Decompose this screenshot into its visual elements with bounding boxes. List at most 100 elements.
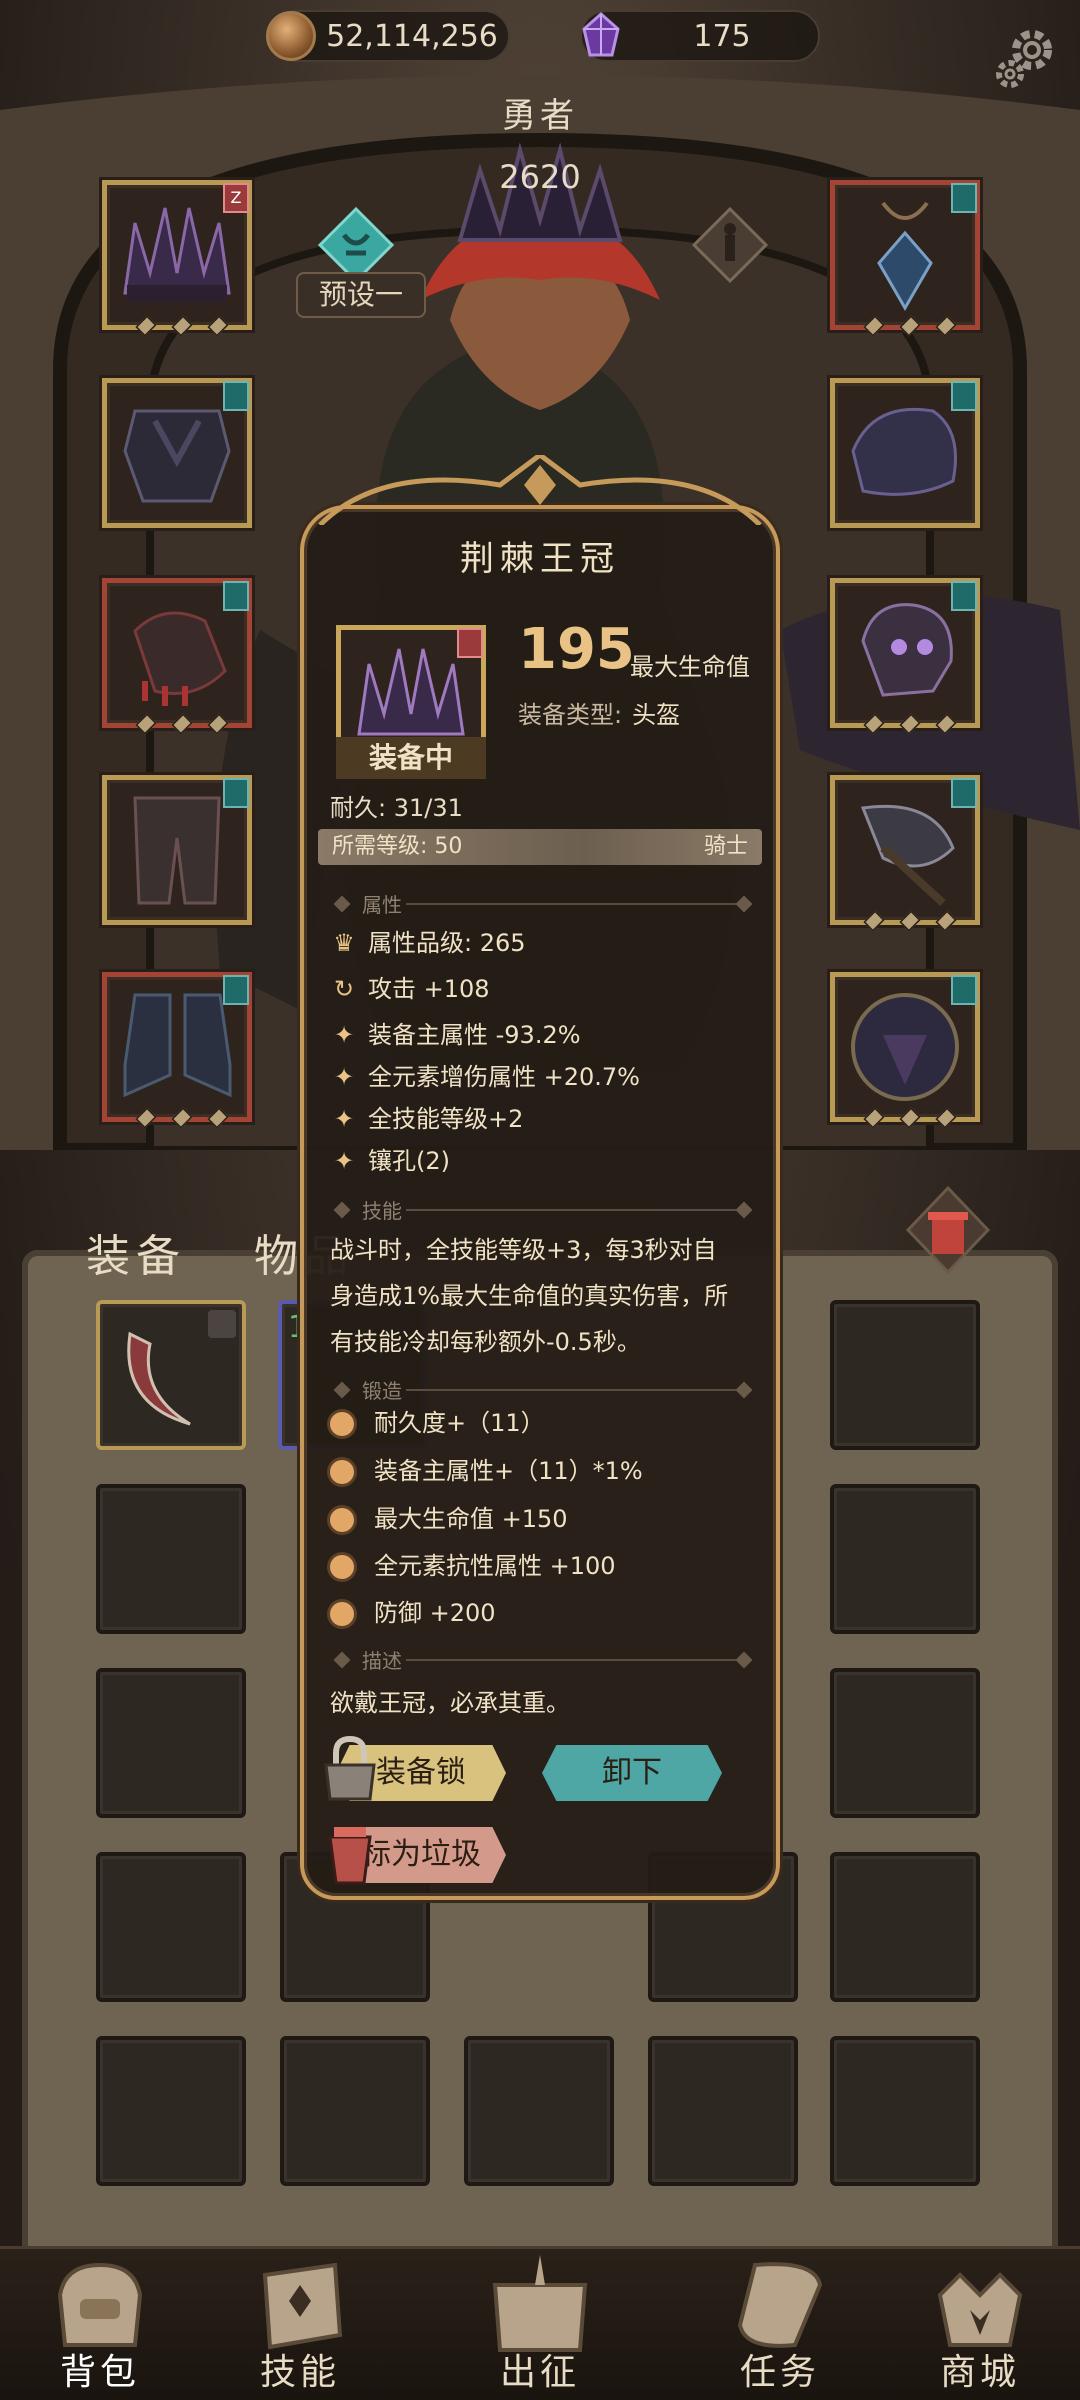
sparkle-icon: ✦: [333, 1147, 355, 1175]
inventory-cell[interactable]: [830, 1300, 980, 1450]
resource-bar: 52,114,256 175: [0, 0, 1080, 88]
lock-badge-icon: [208, 1310, 236, 1338]
nav-quests[interactable]: 任务: [690, 2249, 870, 2400]
forge-row: 最大生命值 +150: [330, 1501, 568, 1537]
attack-cycle-icon: ↻: [333, 975, 355, 1003]
forge-dot-icon: [330, 1508, 354, 1532]
inventory-cell[interactable]: [648, 2036, 798, 2186]
boots-icon: [123, 993, 232, 1098]
socket-gems: [135, 315, 229, 339]
gauntlet-icon: [133, 611, 227, 706]
leg-armor-icon: [133, 796, 221, 905]
durability: 耐久: 31/31: [330, 794, 463, 822]
axe-icon: [860, 804, 955, 906]
skull-icon: [861, 603, 953, 697]
section-title: 技能: [362, 1199, 402, 1223]
inventory-cell[interactable]: [280, 2036, 430, 2186]
gem-counter: 175: [580, 10, 820, 62]
attribute-row: ✦ 全元素增伤属性 +20.7%: [330, 1059, 640, 1095]
inventory-cell[interactable]: [830, 1668, 980, 1818]
attribute-row: ✦ 装备主属性 -93.2%: [330, 1017, 581, 1053]
slot-shield[interactable]: [830, 972, 980, 1129]
quest-scroll-icon: [737, 2262, 823, 2348]
attribute-row: ↻ 攻击 +108: [330, 971, 490, 1007]
equipped-tag: 装备中: [336, 737, 486, 779]
slot-badge: [951, 975, 977, 1005]
class-diamond-icon[interactable]: [690, 205, 770, 285]
thorn-crown-icon: [123, 207, 231, 301]
shoulder-icon: [851, 407, 957, 496]
socket-gems: [135, 1107, 229, 1131]
forge-row: 耐久度+（11）: [330, 1405, 545, 1441]
forge-row: 全元素抗性属性 +100: [330, 1548, 616, 1584]
nav-bag-label: 背包: [59, 2352, 140, 2393]
thorn-crown-icon: [357, 648, 465, 736]
inventory-cell[interactable]: [830, 2036, 980, 2186]
required-class: 骑士: [703, 834, 748, 859]
slot-badge: Z: [223, 183, 249, 213]
nav-skills-label: 技能: [259, 2352, 340, 2393]
slot-amulet[interactable]: [830, 180, 980, 337]
socket-gems: [863, 1107, 957, 1131]
skill-book-icon: [262, 2262, 343, 2350]
trash-icon[interactable]: [898, 1180, 998, 1280]
gold-coin-icon: [266, 11, 316, 61]
slot-weapon[interactable]: [830, 775, 980, 932]
inventory-item-sickle[interactable]: [96, 1300, 246, 1450]
slot-armor[interactable]: [102, 378, 252, 528]
nav-shop[interactable]: 商城: [890, 2249, 1070, 2400]
preset-selector[interactable]: 预设一: [296, 272, 426, 318]
inventory-cell[interactable]: [830, 1484, 980, 1634]
unequip-button[interactable]: 卸下: [542, 1745, 722, 1801]
nav-expedition-label: 出征: [499, 2352, 580, 2393]
hero-power: 2620: [499, 158, 581, 196]
required-level: 所需等级: 50: [332, 834, 463, 859]
inventory-cell[interactable]: [96, 1668, 246, 1818]
forge-dot-icon: [330, 1555, 354, 1579]
equip-type: 装备类型: 头盔: [518, 695, 680, 730]
inventory-cell[interactable]: [96, 2036, 246, 2186]
trash-tag-icon: [328, 1827, 372, 1885]
inventory-cell[interactable]: [96, 1852, 246, 2002]
slot-pants[interactable]: [102, 775, 252, 925]
bottom-nav: 背包 技能 出征 任务 商城: [0, 2246, 1080, 2400]
nav-quests-label: 任务: [739, 2352, 820, 2393]
tab-equipment[interactable]: 装备: [86, 1220, 186, 1284]
slot-shoulder[interactable]: [830, 378, 980, 528]
forge-dot-icon: [330, 1460, 354, 1484]
slot-boots[interactable]: [102, 972, 252, 1129]
attribute-row: ✦ 镶孔(2): [330, 1143, 450, 1179]
item-tier-badge: [457, 628, 483, 658]
section-skill: 技能: [318, 1195, 762, 1225]
slot-badge: [223, 778, 249, 808]
main-stat-label: 最大生命值: [630, 653, 750, 681]
section-title: 属性: [362, 893, 402, 917]
item-description: 欲戴王冠，必承其重。: [330, 1689, 570, 1717]
shop-crown-icon: [937, 2272, 1023, 2347]
slot-gloves[interactable]: [102, 578, 252, 735]
socket-gems: [863, 315, 957, 339]
main-stat-value: 195: [518, 617, 635, 682]
nav-skills[interactable]: 技能: [210, 2249, 390, 2400]
skill-description: 战斗时，全技能等级+3，每3秒对自 身造成1%最大生命值的真实伤害，所 有技能冷…: [330, 1236, 729, 1356]
game-scene: 52,114,256 175 勇者 2620 预设一 Z 装备 1 背包 技能 …: [0, 0, 1080, 2400]
slot-skull[interactable]: [830, 578, 980, 735]
gear-icon[interactable]: [992, 22, 1062, 92]
inventory-cell[interactable]: [96, 1484, 246, 1634]
section-forge: 锻造: [318, 1375, 762, 1405]
required-level-bar: 所需等级: 50 骑士: [318, 829, 762, 865]
attribute-row: ✦ 全技能等级+2: [330, 1101, 523, 1137]
nav-bag[interactable]: 背包: [10, 2249, 190, 2400]
slot-badge: [951, 183, 977, 213]
nav-expedition[interactable]: 出征: [450, 2249, 630, 2400]
dark-armor-icon: [123, 409, 231, 503]
socket-gems: [135, 713, 229, 737]
inventory-cell[interactable]: [464, 2036, 614, 2186]
item-name: 荆棘王冠: [460, 539, 620, 579]
inventory-cell[interactable]: [830, 1852, 980, 2002]
quality-icon: ♛: [333, 929, 355, 957]
nav-shop-label: 商城: [939, 2352, 1020, 2393]
amulet-icon: [877, 201, 933, 311]
popup-crest-ornament: [318, 455, 762, 525]
slot-helmet[interactable]: Z: [102, 180, 252, 337]
